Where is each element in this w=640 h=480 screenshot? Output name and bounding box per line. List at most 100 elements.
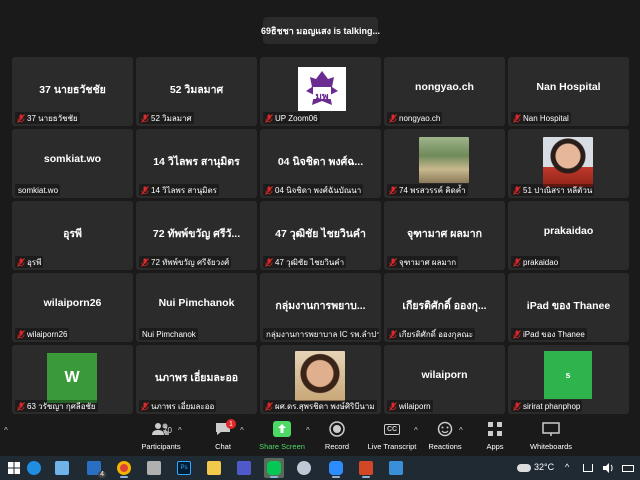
participant-name-label: wilaiporn: [387, 400, 433, 412]
share-screen-button[interactable]: Share Screen: [257, 420, 307, 454]
participant-display-name: 14 วิไลพร สานุมิตร: [153, 156, 240, 168]
participant-label-text: 72 ทัพพ์ขวัญ ศรีจัยวงศ์: [151, 257, 230, 267]
mic-muted-icon: [17, 401, 25, 411]
participant-tile[interactable]: Nan Hospital Nan Hospital: [508, 57, 629, 126]
participant-tile[interactable]: มพ UP Zoom06: [260, 57, 381, 126]
mic-muted-icon: [141, 401, 149, 411]
transcript-caret-icon[interactable]: ^: [414, 426, 418, 435]
reactions-caret-icon[interactable]: ^: [459, 426, 463, 435]
notes-icon[interactable]: [144, 458, 164, 478]
participant-tile[interactable]: 72 ทัพพ์ขวัญ ศรีวั... 72 ทัพพ์ขวัญ ศรีจัย…: [136, 201, 257, 270]
participant-tile[interactable]: 37 นายธวัชชัย 37 นายธวัชชัย: [12, 57, 133, 126]
participant-tile[interactable]: 51 ปาณิสรา หลีตัวน: [508, 129, 629, 198]
mic-muted-icon: [513, 329, 521, 339]
participant-name-label: 14 วิไลพร สานุมิตร: [139, 184, 219, 196]
participant-tile[interactable]: Nui Pimchanok Nui Pimchanok: [136, 273, 257, 342]
powerpoint-icon[interactable]: [356, 458, 376, 478]
participant-label-text: UP Zoom06: [275, 113, 318, 123]
battery-icon[interactable]: [618, 458, 638, 478]
participant-tile[interactable]: nongyao.ch nongyao.ch: [384, 57, 505, 126]
participant-label-text: 51 ปาณิสรา หลีตัวน: [523, 185, 593, 195]
participant-tile[interactable]: 52 วิมลมาศ 52 วิมลมาศ: [136, 57, 257, 126]
participant-tile[interactable]: เกียรติศักดิ์ อองกุ... เกียรติศักดิ์ อองก…: [384, 273, 505, 342]
zoom-meeting-window: 69ธิชชา มอญแสง is talking... 37 นายธวัชช…: [0, 0, 640, 480]
participant-label-text: กลุ่มงานการพยาบาล IC รพ.ลำปา...: [266, 329, 379, 339]
participant-tile[interactable]: ผศ.ดร.สุพรชิดา พงษ์ศิริบีนาม: [260, 345, 381, 414]
participant-name-label: wilaiporn26: [15, 328, 70, 340]
participant-label-text: 14 วิไลพร สานุมิตร: [151, 185, 217, 195]
mic-muted-icon: [389, 401, 397, 411]
mail-badge: 4: [98, 471, 106, 478]
microsoft-store-icon[interactable]: [52, 458, 72, 478]
chat-label: Chat: [215, 442, 231, 451]
participant-display-name: wilaiporn26: [43, 297, 102, 309]
participant-tile[interactable]: อุรพี อุรพี: [12, 201, 133, 270]
apps-icon: [484, 420, 506, 438]
participant-label-text: wilaiporn: [399, 401, 431, 411]
tray-caret-icon[interactable]: ^: [565, 462, 569, 472]
participant-tile[interactable]: iPad ของ Thanee iPad ของ Thanee: [508, 273, 629, 342]
file-explorer-icon[interactable]: [204, 458, 224, 478]
participant-display-name: iPad ของ Thanee: [526, 300, 611, 312]
participant-tile[interactable]: prakaidao prakaidao: [508, 201, 629, 270]
toolbar-left-caret-icon[interactable]: ^: [4, 426, 8, 435]
mic-muted-icon: [389, 113, 397, 123]
mic-muted-icon: [265, 257, 273, 267]
mic-muted-icon: [513, 113, 521, 123]
participant-tile[interactable]: W 63 วรัชญา กุศลีอชัย: [12, 345, 133, 414]
mail-icon[interactable]: 4: [84, 458, 106, 478]
chat-button[interactable]: 1 Chat: [203, 419, 243, 454]
participant-video: [419, 137, 469, 183]
participant-display-name: เกียรติศักดิ์ อองกุ...: [402, 300, 487, 312]
participant-tile[interactable]: 14 วิไลพร สานุมิตร 14 วิไลพร สานุมิตร: [136, 129, 257, 198]
participant-tile[interactable]: จุฑามาศ ผลมาก จุฑามาศ ผลมาก: [384, 201, 505, 270]
participant-label-text: นภาพร เอี่ยมละออ: [151, 401, 215, 411]
paint-icon[interactable]: [294, 458, 314, 478]
start-button[interactable]: [4, 458, 24, 478]
chrome-icon[interactable]: [114, 458, 134, 478]
participant-video: [543, 137, 593, 187]
participant-display-name: wilaiporn: [421, 369, 468, 381]
participant-name-label: Nan Hospital: [511, 112, 571, 124]
chat-icon: 1: [212, 419, 236, 438]
teams-icon[interactable]: [234, 458, 254, 478]
edge-browser-icon[interactable]: [24, 458, 44, 478]
chat-caret-icon[interactable]: ^: [240, 426, 244, 435]
participant-label-text: 04 นิจชิดา พงศ์ฉันบัณนา: [275, 185, 362, 195]
participant-tile[interactable]: 74 พรสวรรค์ คิดค้ำ: [384, 129, 505, 198]
participant-tile[interactable]: นภาพร เอี่ยมละออ นภาพร เอี่ยมละออ: [136, 345, 257, 414]
network-icon[interactable]: [578, 458, 598, 478]
participants-label: Participants: [141, 442, 181, 451]
weather-icon[interactable]: [514, 458, 534, 478]
apps-button[interactable]: Apps: [480, 420, 510, 454]
participant-name-label: Nui Pimchanok: [139, 328, 198, 340]
share-caret-icon[interactable]: ^: [306, 426, 310, 435]
photoshop-icon[interactable]: Ps: [174, 458, 194, 478]
participant-tile[interactable]: somkiat.wo somkiat.wo: [12, 129, 133, 198]
zoom-app-icon[interactable]: [326, 458, 346, 478]
participant-tile[interactable]: กลุ่มงานการพยาบ... กลุ่มงานการพยาบาล IC ร…: [260, 273, 381, 342]
participant-label-text: 47 วุฒิชัย ไชยวินคำ: [275, 257, 345, 267]
participant-tile[interactable]: 47 วุฒิชัย ไชยวินคำ 47 วุฒิชัย ไชยวินคำ: [260, 201, 381, 270]
closed-caption-icon: CC: [381, 420, 403, 438]
photos-icon[interactable]: [386, 458, 406, 478]
participant-name-label: sirirat phanphop: [511, 400, 583, 412]
participants-caret-icon[interactable]: ^: [178, 426, 182, 435]
record-button[interactable]: Record: [320, 420, 354, 454]
participant-video: [295, 351, 345, 401]
participant-tile[interactable]: wilaiporn26 wilaiporn26: [12, 273, 133, 342]
live-transcript-button[interactable]: CC Live Transcript: [364, 420, 420, 454]
line-app-icon[interactable]: [264, 458, 284, 478]
participant-display-name: Nui Pimchanok: [158, 297, 235, 309]
mic-muted-icon: [389, 329, 397, 339]
temperature-text: 32°C: [534, 462, 555, 472]
participant-tile[interactable]: wilaiporn wilaiporn: [384, 345, 505, 414]
participant-label-text: จุฑามาศ ผลมาก: [399, 257, 457, 267]
whiteboards-button[interactable]: Whiteboards: [524, 420, 578, 454]
participant-label-text: 74 พรสวรรค์ คิดค้ำ: [399, 185, 466, 195]
volume-icon[interactable]: [598, 458, 618, 478]
participant-tile[interactable]: 04 นิจชิดา พงศ์ฉ... 04 นิจชิดา พงศ์ฉันบัณ…: [260, 129, 381, 198]
participant-display-name: prakaidao: [543, 225, 594, 237]
participant-tile[interactable]: s sirirat phanphop: [508, 345, 629, 414]
record-icon: [326, 420, 348, 438]
